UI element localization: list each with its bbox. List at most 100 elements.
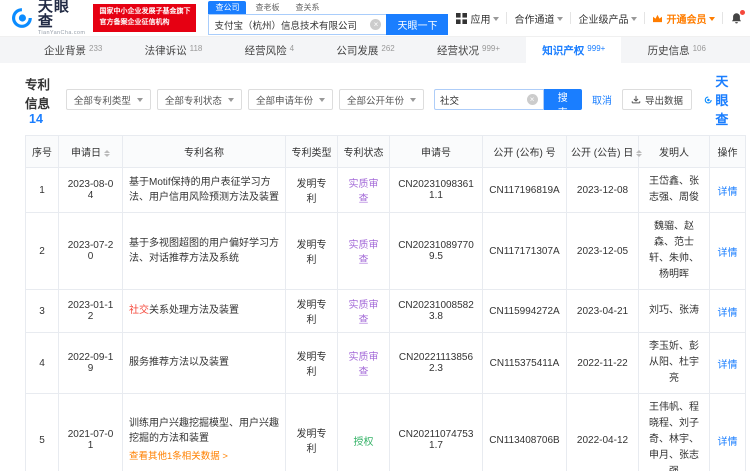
search-type-tab[interactable]: 查老板 <box>248 1 286 14</box>
publication-date: 2022-11-22 <box>566 332 639 394</box>
inventors: 王岱鑫、张志强、周俊 <box>638 167 710 213</box>
top-header: 天眼查 TianYanCha.com 国家中小企业发展子基金旗下 官方备案企业征… <box>0 0 750 37</box>
menu-apps[interactable]: 应用 <box>456 11 500 26</box>
publication-number: CN115994272A <box>482 289 567 333</box>
nav-tab-label: 历史信息 <box>647 44 690 57</box>
column-header[interactable]: 公开 (公告) 日 <box>566 135 643 168</box>
publication-number: CN117196819A <box>482 167 567 213</box>
nav-tab-count: 999+ <box>482 43 501 53</box>
nav-tab[interactable]: 公司发展 262 <box>320 37 410 63</box>
row-actions: 详情 <box>709 332 746 394</box>
search-type-tab[interactable]: 查公司 <box>208 1 247 14</box>
column-header: 申请号 <box>389 135 483 168</box>
table-row: 4 2022-09-19 服务推荐方法以及装置 发明专利 实质审查 CN202211138… <box>25 332 746 394</box>
patent-name: 训练用户兴趣挖掘模型、用户兴趣挖掘的方法和装置 查看其他1条相关数据 > <box>122 393 286 471</box>
filter-dropdown[interactable]: 全部专利类型 <box>65 89 151 110</box>
publication-date: 2023-12-08 <box>566 167 639 213</box>
export-data-button[interactable]: 导出数据 <box>621 89 692 110</box>
filter-dropdown[interactable]: 全部公开年份 <box>338 89 424 110</box>
nav-tab[interactable]: 经营状况 999+ <box>421 37 516 63</box>
nav-tab[interactable]: 法律诉讼 118 <box>129 37 219 63</box>
column-header[interactable]: 申请日 <box>58 135 123 168</box>
patent-status: 实质审查 <box>337 289 390 333</box>
nav-tab-label: 经营风险 <box>244 44 287 57</box>
tianyancha-logo-icon <box>704 95 712 104</box>
patent-search-button[interactable]: 搜索 <box>543 89 582 119</box>
detail-link[interactable]: 详情 <box>718 248 738 259</box>
application-number: CN202310085823.8 <box>389 289 483 333</box>
sort-icon[interactable] <box>636 149 643 157</box>
patent-search-value: 社交 <box>439 95 459 107</box>
patent-table-wrap: 序号 申请日 专利名称 专利类型 专利状态 申请号 公开 (公布) 号公开 (公告) 日发明… <box>0 135 750 471</box>
nav-tab-count: 106 <box>692 43 706 53</box>
gov-certification-badge: 国家中小企业发展子基金旗下 官方备案企业征信机构 <box>93 4 197 32</box>
nav-tab-label: 法律诉讼 <box>144 44 187 57</box>
patent-name: 基于Motif保持的用户表征学习方法、用户信用风险预测方法及装置 <box>122 167 286 213</box>
brand-name: 天眼查 <box>37 0 70 31</box>
chevron-down-icon <box>709 16 716 21</box>
patent-name: 社交关系处理方法及装置 <box>122 289 286 333</box>
nav-tab[interactable]: 历史信息 106 <box>632 37 722 63</box>
patent-table: 序号 申请日 专利名称 专利类型 专利状态 申请号 公开 (公布) 号公开 (公告) 日发明… <box>25 135 746 471</box>
row-index: 2 <box>25 212 59 290</box>
nav-tab[interactable]: 企业背景 233 <box>28 37 118 63</box>
detail-link[interactable]: 详情 <box>718 437 738 448</box>
patent-name: 基于多视图超图的用户偏好学习方法、对话推荐方法及系统 <box>122 212 286 290</box>
chevron-down-icon <box>631 16 638 21</box>
top-menu: 应用 合作通道 企业级产品 开通会员 超级... <box>456 9 750 26</box>
detail-link[interactable]: 详情 <box>718 360 738 371</box>
divider <box>570 12 572 24</box>
inventors: 刘巧、张涛 <box>638 289 710 333</box>
notifications-button[interactable] <box>730 9 746 25</box>
patent-status: 授权 <box>337 393 390 471</box>
menu-vip[interactable]: 开通会员 <box>652 11 716 26</box>
row-index: 1 <box>25 167 59 213</box>
table-row: 5 2021-07-01 训练用户兴趣挖掘模型、用户兴趣挖掘的方法和装置 查看其他1条… <box>25 393 746 471</box>
related-data-link[interactable]: 查看其他1条相关数据 > <box>129 450 279 465</box>
menu-enterprise-products[interactable]: 企业级产品 <box>578 11 638 26</box>
publication-date: 2023-12-05 <box>566 212 639 290</box>
publication-date: 2023-04-21 <box>566 289 639 333</box>
search-term-highlight: 社交 <box>129 305 149 317</box>
search-type-tab[interactable]: 查关系 <box>288 1 326 14</box>
search-submit-button[interactable]: 天眼一下 <box>386 14 449 35</box>
download-icon <box>631 95 641 103</box>
inventors: 李玉妡、彭从阳、杜宇亮 <box>638 332 710 394</box>
table-row: 1 2023-08-04 基于Motif保持的用户表征学习方法、用户信用风险预测方法… <box>25 167 746 213</box>
nav-tab[interactable]: 经营风险 4 <box>229 37 310 63</box>
patent-status: 实质审查 <box>337 167 390 213</box>
column-header: 发明人 <box>638 135 710 168</box>
filter-dropdown[interactable]: 全部申请年份 <box>247 89 333 110</box>
application-number: CN202211138562.3 <box>389 332 483 394</box>
patent-search-input[interactable]: 社交 × <box>433 89 544 110</box>
company-search-value: 支付宝（杭州）信息技术有限公司 <box>214 20 357 32</box>
nav-tab-count: 999+ <box>587 43 606 53</box>
patent-section-title: 专利信息14 <box>25 77 51 126</box>
application-date: 2023-08-04 <box>58 167 123 213</box>
application-number: CN202310897709.5 <box>389 212 483 290</box>
detail-link[interactable]: 详情 <box>718 308 738 319</box>
notification-dot <box>740 9 746 15</box>
clear-search-icon[interactable]: × <box>526 94 538 105</box>
company-search-input[interactable]: 支付宝（杭州）信息技术有限公司 × <box>208 14 387 35</box>
row-index: 4 <box>25 332 59 394</box>
publication-number: CN113408706B <box>482 393 567 471</box>
publication-number: CN117171307A <box>482 212 567 290</box>
row-actions: 详情 <box>709 393 746 471</box>
chevron-down-icon <box>318 98 325 102</box>
column-header: 公开 (公布) 号 <box>482 135 567 168</box>
application-date: 2023-07-20 <box>58 212 123 290</box>
nav-tab-label: 企业背景 <box>44 44 86 57</box>
patent-count: 14 <box>29 111 43 126</box>
tianyancha-logo[interactable]: 天眼查 TianYanCha.com <box>10 0 85 37</box>
sort-icon[interactable] <box>104 149 110 157</box>
nav-tab[interactable]: 知识产权 999+ <box>526 37 622 63</box>
menu-cooperation[interactable]: 合作通道 <box>514 11 564 26</box>
clear-search-icon[interactable]: × <box>370 19 382 30</box>
cancel-search-link[interactable]: 取消 <box>592 92 612 107</box>
detail-link[interactable]: 详情 <box>718 187 738 198</box>
nav-tab-label: 公司发展 <box>336 44 379 57</box>
nav-tab-label: 知识产权 <box>542 44 585 57</box>
filter-dropdown[interactable]: 全部专利状态 <box>156 89 242 110</box>
company-search: 查公司 查老板 查关系 支付宝（杭州）信息技术有限公司 × 天眼一下 <box>208 1 449 35</box>
